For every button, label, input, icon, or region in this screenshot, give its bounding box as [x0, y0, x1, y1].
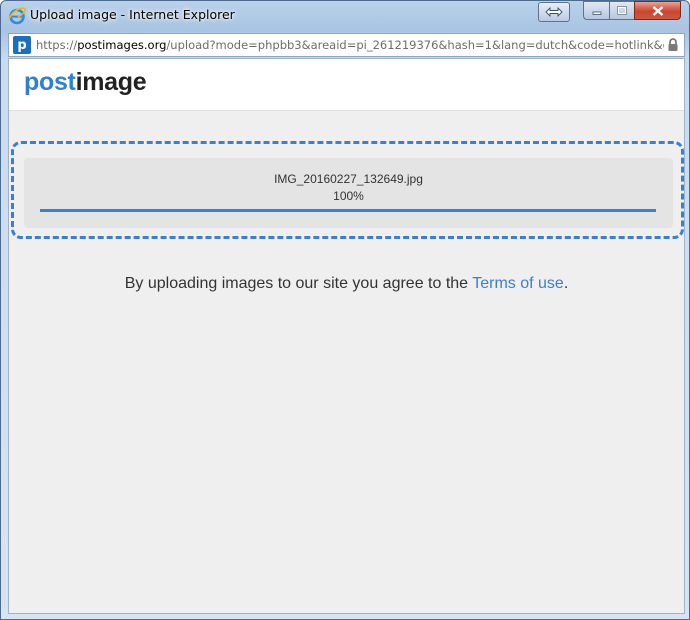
url-path: /upload?mode=phpbb3&areaid=pi_261219376&…	[166, 38, 664, 52]
terms-trailing: .	[563, 275, 569, 292]
address-bar[interactable]: p https://postimages.org/upload?mode=php…	[8, 33, 685, 57]
window-caption-buttons	[583, 1, 681, 21]
upload-item-card: IMG_20160227_132649.jpg 100%	[24, 158, 673, 228]
logo-part-post: post	[24, 68, 76, 96]
site-header: postimage	[9, 59, 684, 111]
upload-progress-bar	[40, 209, 656, 212]
url-protocol: https://	[36, 38, 78, 52]
postimage-logo[interactable]: postimage	[24, 68, 147, 97]
close-icon	[652, 5, 663, 16]
maximize-icon	[617, 6, 627, 15]
browser-window: Upload image - Internet Explorer p https…	[0, 0, 690, 620]
site-favicon-icon: p	[13, 36, 31, 54]
resize-button[interactable]	[538, 2, 570, 22]
upload-file-name: IMG_20160227_132649.jpg	[274, 172, 423, 186]
minimize-icon	[592, 11, 601, 15]
resize-arrows-icon	[545, 7, 563, 17]
terms-notice: By uploading images to our site you agre…	[9, 275, 684, 293]
upload-progress-label: 100%	[333, 189, 364, 203]
lock-icon[interactable]	[667, 38, 679, 52]
logo-part-image: image	[75, 68, 147, 96]
url-host: postimages.org	[77, 38, 167, 52]
maximize-button[interactable]	[609, 1, 634, 20]
internet-explorer-icon	[8, 7, 26, 25]
page-content: postimage IMG_20160227_132649.jpg 100% B…	[8, 58, 685, 614]
window-title: Upload image - Internet Explorer	[30, 7, 235, 22]
title-bar[interactable]: Upload image - Internet Explorer	[1, 1, 689, 31]
terms-of-use-link[interactable]: Terms of use	[472, 275, 564, 292]
upload-progress-fill	[40, 209, 656, 212]
url-text[interactable]: https://postimages.org/upload?mode=phpbb…	[36, 38, 664, 52]
minimize-button[interactable]	[583, 1, 609, 20]
upload-dropzone[interactable]: IMG_20160227_132649.jpg 100%	[11, 141, 684, 239]
terms-text: By uploading images to our site you agre…	[124, 275, 473, 292]
close-button[interactable]	[634, 1, 681, 20]
